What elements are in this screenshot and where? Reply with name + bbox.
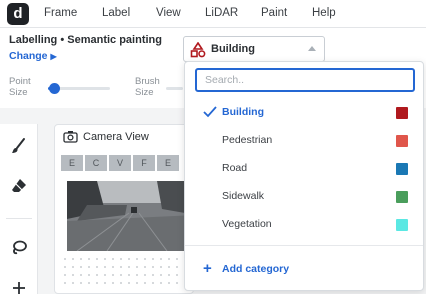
brush-icon [12, 138, 25, 153]
camera-view-title: Camera View [83, 131, 149, 143]
category-option-label: Building [222, 106, 264, 118]
move-icon [13, 282, 25, 294]
tool-rail [0, 124, 38, 294]
category-option-label: Pedestrian [222, 134, 273, 146]
point-size-slider-knob[interactable] [49, 83, 60, 94]
mode-label: Labelling • Semantic painting [9, 34, 162, 46]
category-option-label: Vegetation [222, 218, 272, 230]
camera-tab[interactable]: E [61, 155, 83, 171]
point-size-label: Point Size [9, 76, 31, 98]
category-color-swatch [396, 107, 408, 119]
menu-lidar[interactable]: LiDAR [205, 7, 238, 19]
class-dropdown: Building Pedestrian Road Sidewalk Vegeta… [184, 61, 424, 291]
class-select[interactable]: Building [183, 36, 325, 62]
category-option-label: Road [222, 162, 248, 174]
change-label: Change [9, 50, 48, 62]
camera-dot-grid [61, 255, 191, 285]
category-color-swatch [396, 135, 408, 147]
category-option-building[interactable]: Building [185, 99, 423, 127]
change-mode-link[interactable]: Change ▶ [9, 50, 57, 62]
eraser-tool-button[interactable] [5, 172, 33, 200]
menu-paint[interactable]: Paint [261, 7, 287, 19]
add-category-label: Add category [222, 263, 290, 275]
app-logo[interactable]: d [7, 3, 29, 25]
brush-size-slider[interactable] [166, 87, 183, 90]
category-option-sidewalk[interactable]: Sidewalk [185, 183, 423, 211]
tool-divider [6, 218, 32, 219]
camera-tab[interactable]: E [157, 155, 179, 171]
category-color-swatch [396, 219, 408, 231]
class-select-value: Building [211, 43, 255, 55]
point-size-slider[interactable] [48, 83, 110, 94]
point-size-label-line1: Point [9, 76, 31, 87]
camera-tab[interactable]: F [133, 155, 155, 171]
camera-icon [63, 131, 78, 143]
camera-image [67, 181, 193, 251]
camera-tab[interactable]: V [109, 155, 131, 171]
category-search-input[interactable] [195, 68, 415, 92]
category-option-label: Sidewalk [222, 190, 265, 202]
brush-tool-button[interactable] [5, 132, 33, 160]
shapes-icon [190, 42, 206, 58]
menu-label[interactable]: Label [102, 7, 130, 19]
category-color-swatch [396, 191, 408, 203]
check-icon [203, 106, 217, 118]
chevron-right-icon: ▶ [50, 52, 57, 61]
menu-bar: d Frame Label View LiDAR Paint Help [0, 0, 426, 28]
brush-size-label-line2: Size [135, 87, 154, 98]
category-option-vegetation[interactable]: Vegetation [185, 211, 423, 239]
caret-up-icon [308, 46, 316, 51]
menu-frame[interactable]: Frame [44, 7, 77, 19]
plus-icon: + [203, 260, 212, 277]
brush-size-label: Brush Size [135, 76, 160, 98]
eraser-icon [12, 179, 26, 192]
point-size-label-line2: Size [9, 87, 28, 98]
lasso-tool-button[interactable] [5, 234, 33, 262]
camera-tab[interactable]: C [85, 155, 107, 171]
camera-view-panel: Camera View E C V F E [54, 124, 194, 294]
brush-size-label-line1: Brush [135, 76, 160, 87]
category-option-road[interactable]: Road [185, 155, 423, 183]
menu-view[interactable]: View [156, 7, 181, 19]
category-option-pedestrian[interactable]: Pedestrian [185, 127, 423, 155]
menu-help[interactable]: Help [312, 7, 336, 19]
move-tool-button[interactable] [5, 274, 33, 294]
lasso-icon [13, 240, 27, 255]
dropdown-divider [185, 245, 423, 246]
category-color-swatch [396, 163, 408, 175]
